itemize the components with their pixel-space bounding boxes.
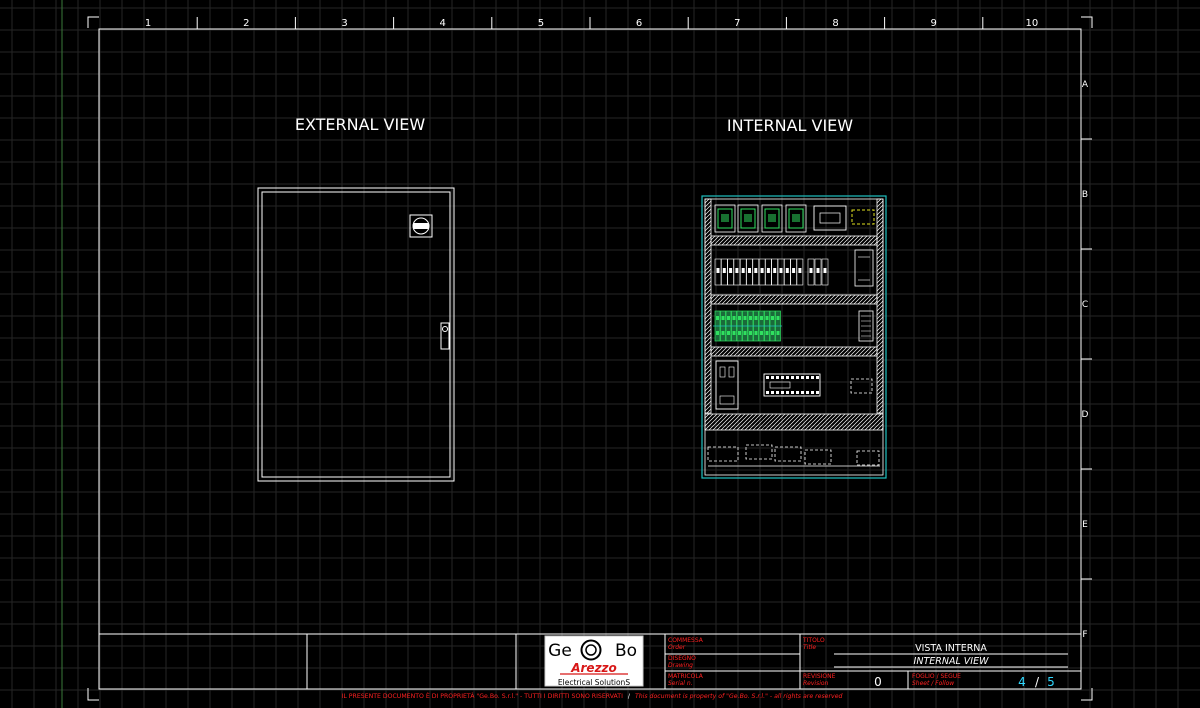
- emi-filter: [813, 205, 847, 231]
- revision-label-en: Revision: [803, 680, 829, 687]
- ownership-notice: IL PRESENTE DOCUMENTO È DI PROPRIETÀ "Ge…: [342, 691, 843, 700]
- fuse-holder: [785, 204, 807, 233]
- row-label: B: [1082, 190, 1088, 200]
- sheet-label-en: Sheet / Follow: [912, 680, 954, 687]
- fuse-holder: [714, 204, 736, 233]
- column-label: 3: [341, 18, 347, 29]
- drawing-title-it: VISTA INTERNA: [915, 643, 987, 654]
- cabinet-door-inner: [261, 191, 451, 478]
- revision-label: REVISIONE: [803, 673, 836, 680]
- circuit-breakers: [714, 258, 829, 286]
- column-label: 4: [440, 18, 446, 29]
- title-label-en: Title: [803, 644, 816, 651]
- column-label: 7: [734, 18, 740, 29]
- cabinet-door-outer: [257, 187, 455, 482]
- motor-drive: [715, 360, 739, 410]
- horizontal-duct: [710, 294, 878, 305]
- emi-filter-body: [819, 212, 841, 224]
- drawing-label-en: Drawing: [668, 662, 693, 669]
- sheet-total: 5: [1047, 675, 1055, 689]
- row-label: A: [1082, 80, 1089, 90]
- row-label: F: [1082, 630, 1087, 640]
- horizontal-duct: [710, 346, 878, 357]
- column-label: 10: [1026, 18, 1039, 29]
- external-view-title: EXTERNAL VIEW: [295, 115, 425, 134]
- ownership-notice-en: This document is property of "Ge.Bo. S.r…: [635, 692, 843, 700]
- internal-cabinet-view: [701, 195, 887, 479]
- sheet-separator: /: [1035, 675, 1040, 689]
- row-label: D: [1082, 410, 1089, 420]
- right-vertical-duct: [876, 198, 884, 414]
- background-grid: [0, 0, 1200, 708]
- column-label: 8: [832, 18, 838, 29]
- ownership-slash: /: [628, 693, 631, 700]
- title-label: TITOLO: [802, 637, 825, 644]
- terminal-blocks: [713, 310, 782, 342]
- serial-label-en: Serial n.: [668, 680, 693, 687]
- drawing-title-en: INTERNAL VIEW: [914, 656, 990, 667]
- drawing-label: DISEGNO: [668, 655, 696, 662]
- revision-value: 0: [874, 675, 882, 689]
- company-logo: Ge Bo Arezzo Electrical SolutionS: [544, 635, 644, 687]
- serial-label: MATRICOLA: [668, 673, 704, 680]
- column-label: 1: [145, 18, 151, 29]
- internal-view-title: INTERNAL VIEW: [727, 116, 853, 135]
- corner-marks: [87, 16, 1093, 701]
- bottom-duct: [704, 413, 884, 431]
- spare-slot: [851, 209, 875, 225]
- external-cabinet-view: [257, 187, 455, 482]
- horizontal-duct: [710, 235, 878, 246]
- order-label: COMMESSA: [668, 637, 704, 644]
- sheet-current: 4: [1018, 675, 1026, 689]
- row-label: E: [1082, 520, 1088, 530]
- left-vertical-duct: [704, 198, 712, 414]
- order-label-en: Order: [668, 644, 686, 651]
- fuse-holder: [761, 204, 783, 233]
- cabinet-components: [707, 204, 880, 467]
- row-label: C: [1082, 300, 1088, 310]
- column-label: 6: [636, 18, 642, 29]
- plc-controller: [763, 373, 821, 397]
- logo-text-right: Bo: [615, 641, 637, 661]
- logo-text-left: Ge: [548, 641, 572, 661]
- column-ruler: 1 2 3 4 5 6 7 8 9 10: [145, 17, 1038, 29]
- column-label: 9: [931, 18, 937, 29]
- ownership-notice-it: IL PRESENTE DOCUMENTO È DI PROPRIETÀ "Ge…: [342, 691, 624, 700]
- spare-slot: [850, 378, 873, 394]
- logo-tagline: Electrical SolutionS: [558, 678, 630, 687]
- fuse-holder: [737, 204, 759, 233]
- drawing-frame: [98, 28, 1082, 690]
- column-label: 5: [538, 18, 544, 29]
- logo-city: Arezzo: [570, 661, 617, 675]
- main-switch-handle: [409, 214, 433, 238]
- door-lock-icon: [440, 322, 450, 350]
- cad-drawing-canvas: 1 2 3 4 5 6 7 8 9 10 A B C D E F EXTERNAL VIEW INTERNA…: [0, 0, 1200, 708]
- column-label: 2: [243, 18, 249, 29]
- sheet-label: FOGLIO / SEGUE: [912, 673, 961, 680]
